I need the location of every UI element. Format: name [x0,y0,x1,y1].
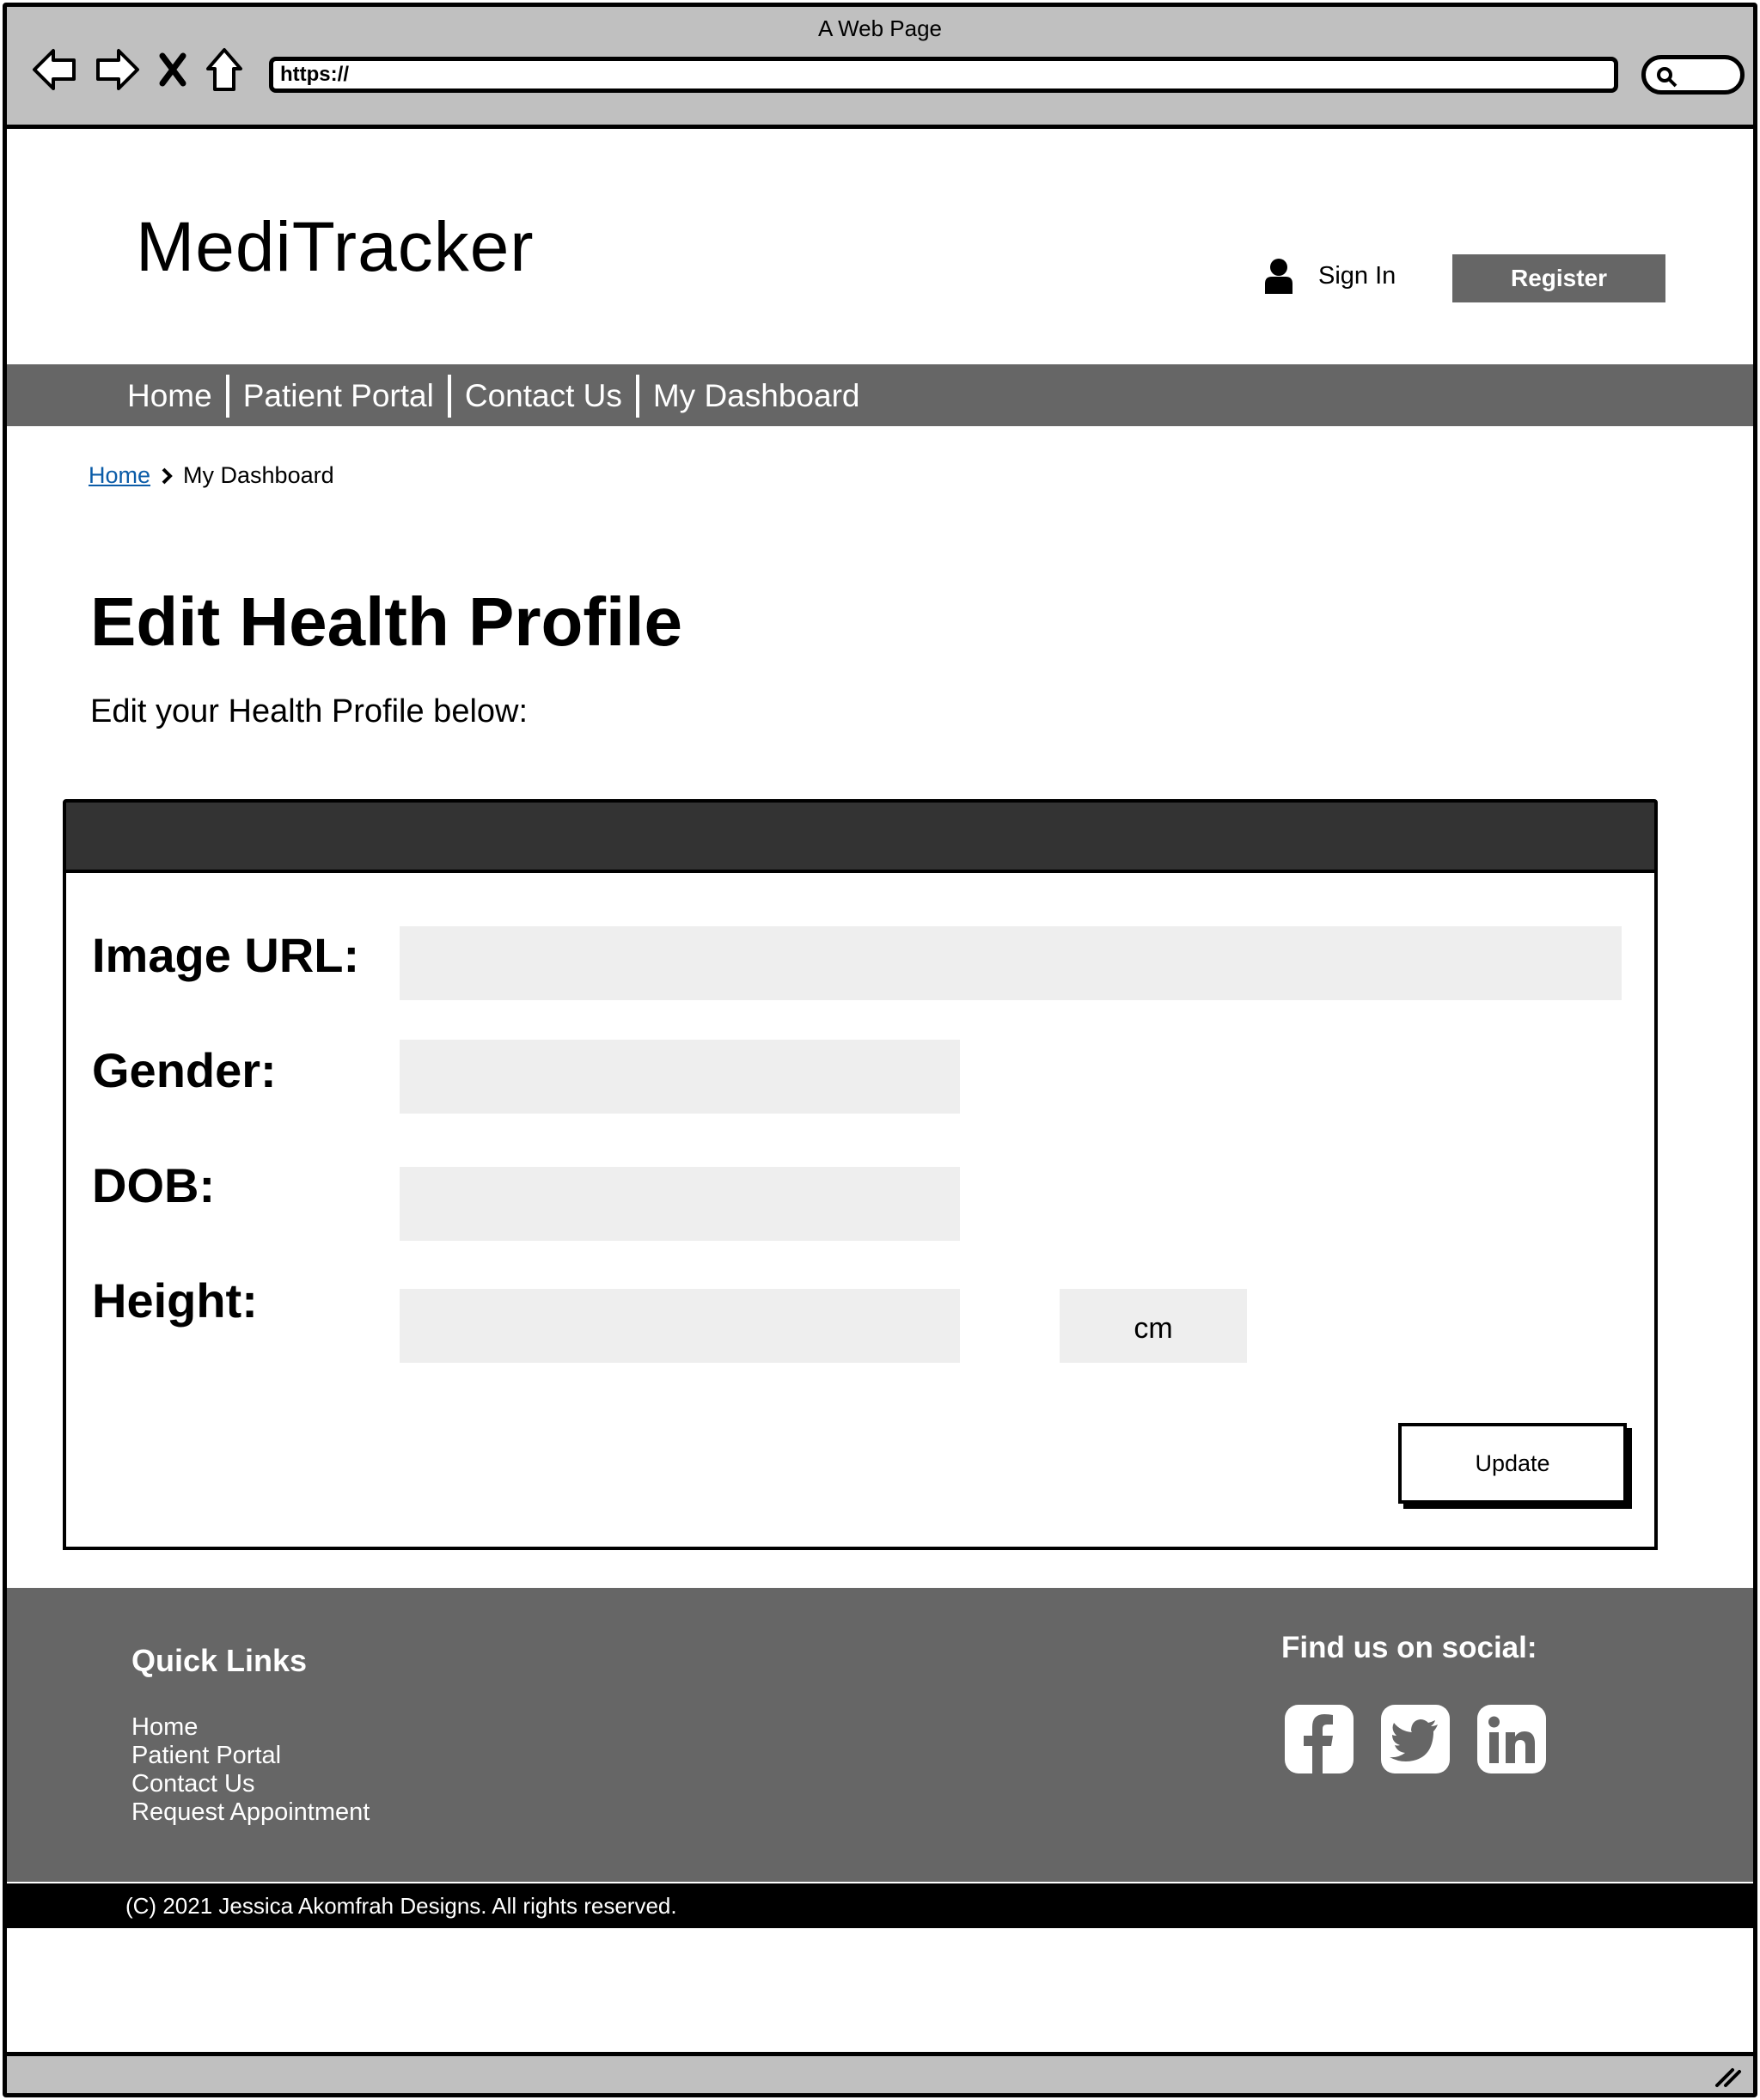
dob-label: DOB: [92,1158,216,1212]
quick-links-title: Quick Links [131,1643,308,1678]
image-url-label: Image URL: [92,928,360,982]
breadcrumb-current: My Dashboard [183,462,334,488]
gender-label: Gender: [92,1043,277,1097]
browser-search[interactable] [1641,55,1745,95]
quick-links-list: Home Patient Portal Contact Us Request A… [131,1713,370,1827]
register-button[interactable]: Register [1452,254,1665,302]
footer-link-home[interactable]: Home [131,1713,370,1742]
height-label: Height: [92,1273,258,1328]
nav-item-patient-portal[interactable]: Patient Portal [225,375,448,418]
footer-link-contact-us[interactable]: Contact Us [131,1770,370,1798]
resize-grip-icon[interactable] [1714,2063,1743,2089]
twitter-icon[interactable] [1379,1703,1451,1775]
nav-item-my-dashboard[interactable]: My Dashboard [635,375,874,418]
site-logo[interactable]: MediTracker [136,206,535,289]
page-subtitle: Edit your Health Profile below: [90,693,529,730]
browser-toolbar: A Web Page https:// [7,7,1753,129]
breadcrumb: Home My Dashboard [89,462,334,489]
browser-nav-icons [31,46,244,93]
forward-icon[interactable] [95,47,141,92]
sign-in-label: Sign In [1318,261,1396,290]
height-unit: cm [1060,1289,1247,1363]
browser-window: A Web Page https:// MediTracker Sign In … [3,3,1757,2097]
url-bar[interactable]: https:// [269,57,1618,93]
window-title: A Web Page [817,15,943,41]
social-links [1283,1703,1548,1775]
search-icon [1657,67,1678,88]
dob-input[interactable] [400,1167,960,1241]
update-button[interactable]: Update [1398,1423,1627,1504]
home-icon[interactable] [205,46,244,93]
footer-link-request-appointment[interactable]: Request Appointment [131,1798,370,1827]
gender-input[interactable] [400,1040,960,1114]
nav-item-contact-us[interactable]: Contact Us [447,375,636,418]
sign-in-link[interactable]: Sign In [1263,258,1396,294]
chevron-right-icon [162,467,173,484]
back-icon[interactable] [31,47,77,92]
copyright: (C) 2021 Jessica Akomfrah Designs. All r… [7,1883,1753,1928]
breadcrumb-home-link[interactable]: Home [89,462,150,489]
browser-status-bar [7,2052,1753,2093]
health-profile-form: Image URL: Gender: DOB: Height: cm Updat… [63,870,1658,1550]
form-panel-header [63,799,1658,873]
social-title: Find us on social: [1281,1631,1537,1664]
footer-link-patient-portal[interactable]: Patient Portal [131,1742,370,1770]
facebook-icon[interactable] [1283,1703,1355,1775]
site-footer: Quick Links Home Patient Portal Contact … [7,1588,1753,1882]
stop-icon[interactable] [158,52,187,88]
page-title: Edit Health Profile [90,583,682,660]
height-input[interactable] [400,1289,960,1363]
linkedin-icon[interactable] [1476,1703,1548,1775]
image-url-input[interactable] [400,926,1622,1000]
user-icon [1265,259,1292,294]
nav-item-home[interactable]: Home [127,375,226,418]
main-nav: Home Patient Portal Contact Us My Dashbo… [7,364,1753,426]
